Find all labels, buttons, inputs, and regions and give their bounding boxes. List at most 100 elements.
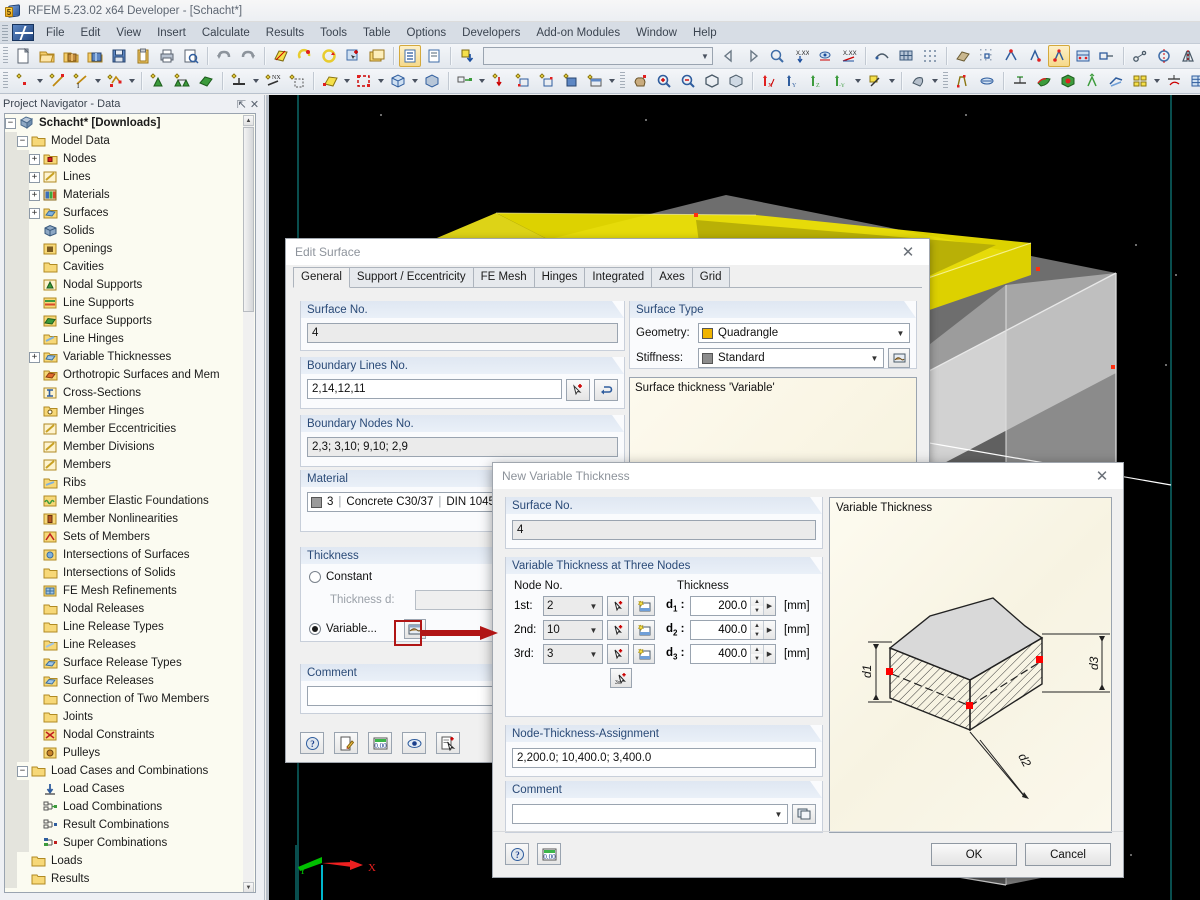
tree-item-load-combinations[interactable]: Load Combinations: [5, 798, 255, 816]
table-alt-icon[interactable]: [423, 45, 445, 67]
chevron-down-icon[interactable]: [887, 70, 897, 92]
new-node-icon[interactable]: [12, 70, 34, 92]
chevron-down-icon[interactable]: [251, 70, 261, 92]
guideline-icon[interactable]: [1096, 45, 1118, 67]
tree-item-nodal-releases[interactable]: Nodal Releases: [5, 600, 255, 618]
chevron-down-icon[interactable]: [930, 70, 940, 92]
toolbar-grip[interactable]: [943, 72, 948, 90]
load-case-combo[interactable]: ▼: [483, 47, 713, 65]
rotate-view-icon[interactable]: [318, 45, 340, 67]
open-folder-icon[interactable]: [36, 45, 58, 67]
prev-case-icon[interactable]: [718, 45, 740, 67]
tree-item-line-hinges[interactable]: Line Hinges: [5, 330, 255, 348]
expand-icon[interactable]: +: [29, 352, 40, 363]
thickness-variable-radio[interactable]: Variable...: [309, 623, 404, 635]
tab-hinges[interactable]: Hinges: [534, 267, 586, 287]
clipboard-icon[interactable]: [132, 45, 154, 67]
tree-item-member-elastic-foundations[interactable]: Member Elastic Foundations: [5, 492, 255, 510]
nvt-row2-thickness-input[interactable]: 400.0 ▲▼ ▶: [690, 620, 776, 640]
tree-item-sets-of-members[interactable]: Sets of Members: [5, 528, 255, 546]
select-add-icon[interactable]: [342, 45, 364, 67]
help-icon[interactable]: ?: [505, 843, 529, 865]
chevron-down-icon[interactable]: [342, 70, 352, 92]
ok-button[interactable]: OK: [931, 843, 1017, 866]
menu-options[interactable]: Options: [399, 24, 455, 42]
nvt-row1-node-combo[interactable]: 2 ▼: [543, 596, 603, 616]
chevron-down-icon[interactable]: [376, 70, 386, 92]
work-plane-icon[interactable]: [952, 45, 974, 67]
tree-item-load-cases-and-combinations[interactable]: −Load Cases and Combinations: [5, 762, 255, 780]
chevron-down-icon[interactable]: [410, 70, 420, 92]
pin-icon[interactable]: ⇱: [235, 98, 248, 111]
tree-item-nodes[interactable]: +Nodes: [5, 150, 255, 168]
chevron-down-icon[interactable]: [127, 70, 137, 92]
menu-insert[interactable]: Insert: [149, 24, 194, 42]
toolbar-grip[interactable]: [3, 47, 8, 65]
new-solid-icon[interactable]: [387, 70, 409, 92]
tree-item-solids[interactable]: Solids: [5, 222, 255, 240]
comment-library-icon[interactable]: [792, 804, 816, 824]
chevron-down-icon[interactable]: ▼: [892, 329, 909, 338]
new-solid-box-icon[interactable]: [421, 70, 443, 92]
new-polyline-icon[interactable]: [104, 70, 126, 92]
tree-item-nodal-constraints[interactable]: Nodal Constraints: [5, 726, 255, 744]
chevron-down-icon[interactable]: [93, 70, 103, 92]
navigator-scrollbar[interactable]: ▲ ▼: [243, 115, 254, 893]
tree-item-load-cases[interactable]: Load Cases: [5, 780, 255, 798]
spinner-arrows[interactable]: ▲▼: [750, 645, 763, 663]
tree-item-variable-thicknesses[interactable]: +Variable Thicknesses: [5, 348, 255, 366]
new-opening-icon[interactable]: [353, 70, 375, 92]
pick-node-icon[interactable]: [607, 620, 629, 640]
tree-item-cross-sections[interactable]: Cross-Sections: [5, 384, 255, 402]
new-line-icon[interactable]: [46, 70, 68, 92]
print-preview-icon[interactable]: [180, 45, 202, 67]
tab-support-eccentricity[interactable]: Support / Eccentricity: [349, 267, 474, 287]
tree-item-surface-releases[interactable]: Surface Releases: [5, 672, 255, 690]
zoom-in-icon[interactable]: [653, 70, 675, 92]
insert-load-icon[interactable]: [456, 45, 478, 67]
tree-item-member-eccentricities[interactable]: Member Eccentricities: [5, 420, 255, 438]
menu-edit[interactable]: Edit: [73, 24, 109, 42]
results-deform-icon[interactable]: [1057, 70, 1079, 92]
expand-icon[interactable]: +: [29, 154, 40, 165]
view-x-icon[interactable]: X: [758, 70, 780, 92]
pick-node-icon[interactable]: [607, 596, 629, 616]
spin-flip-icon[interactable]: ▶: [763, 621, 775, 639]
units-icon[interactable]: 0.00: [368, 732, 392, 754]
dimension-icon[interactable]: [1129, 45, 1151, 67]
nvt-surface-no-input[interactable]: 4: [512, 520, 816, 540]
pick-lines-icon[interactable]: [566, 379, 590, 401]
new-node-icon[interactable]: [633, 596, 655, 616]
new-window-icon[interactable]: [366, 45, 388, 67]
chevron-down-icon[interactable]: [1152, 70, 1162, 92]
chevron-down-icon[interactable]: ▼: [770, 810, 787, 819]
mesh-view-icon[interactable]: [895, 45, 917, 67]
new-nodal-support-icon[interactable]: [147, 70, 169, 92]
new-variable-thickness-dialog[interactable]: New Variable Thickness ✕ Surface No. 4 V…: [492, 462, 1124, 878]
menu-grip[interactable]: [2, 25, 8, 41]
rfem-menu-logo-icon[interactable]: [12, 24, 34, 41]
menu-window[interactable]: Window: [628, 24, 685, 42]
new-node-icon[interactable]: [633, 620, 655, 640]
scrollbar-thumb[interactable]: [243, 127, 254, 312]
new-member-set-icon[interactable]: [286, 70, 308, 92]
chevron-down-icon[interactable]: [35, 70, 45, 92]
chevron-down-icon[interactable]: ▼: [585, 602, 602, 611]
nvt-comment-input[interactable]: ▼: [512, 804, 788, 824]
edit-stiffness-icon[interactable]: [888, 348, 910, 368]
print-icon[interactable]: [156, 45, 178, 67]
toolbar-grip[interactable]: [620, 72, 625, 90]
tree-item-surface-release-types[interactable]: Surface Release Types: [5, 654, 255, 672]
save-as-archive-icon[interactable]: [84, 45, 106, 67]
chevron-down-icon[interactable]: [607, 70, 617, 92]
surface-no-input[interactable]: 4: [307, 323, 618, 343]
tab-fe-mesh[interactable]: FE Mesh: [473, 267, 535, 287]
shading-icon[interactable]: [907, 70, 929, 92]
tree-item-super-combinations[interactable]: Super Combinations: [5, 834, 255, 852]
view-z-icon[interactable]: Z: [806, 70, 828, 92]
chevron-down-icon[interactable]: ▼: [866, 354, 883, 363]
tree-item-orthotropic-surfaces-and-mem[interactable]: Orthotropic Surfaces and Mem: [5, 366, 255, 384]
pan-icon[interactable]: [629, 70, 651, 92]
rotate-axis-icon[interactable]: [1153, 45, 1175, 67]
tree-item-members[interactable]: Members: [5, 456, 255, 474]
